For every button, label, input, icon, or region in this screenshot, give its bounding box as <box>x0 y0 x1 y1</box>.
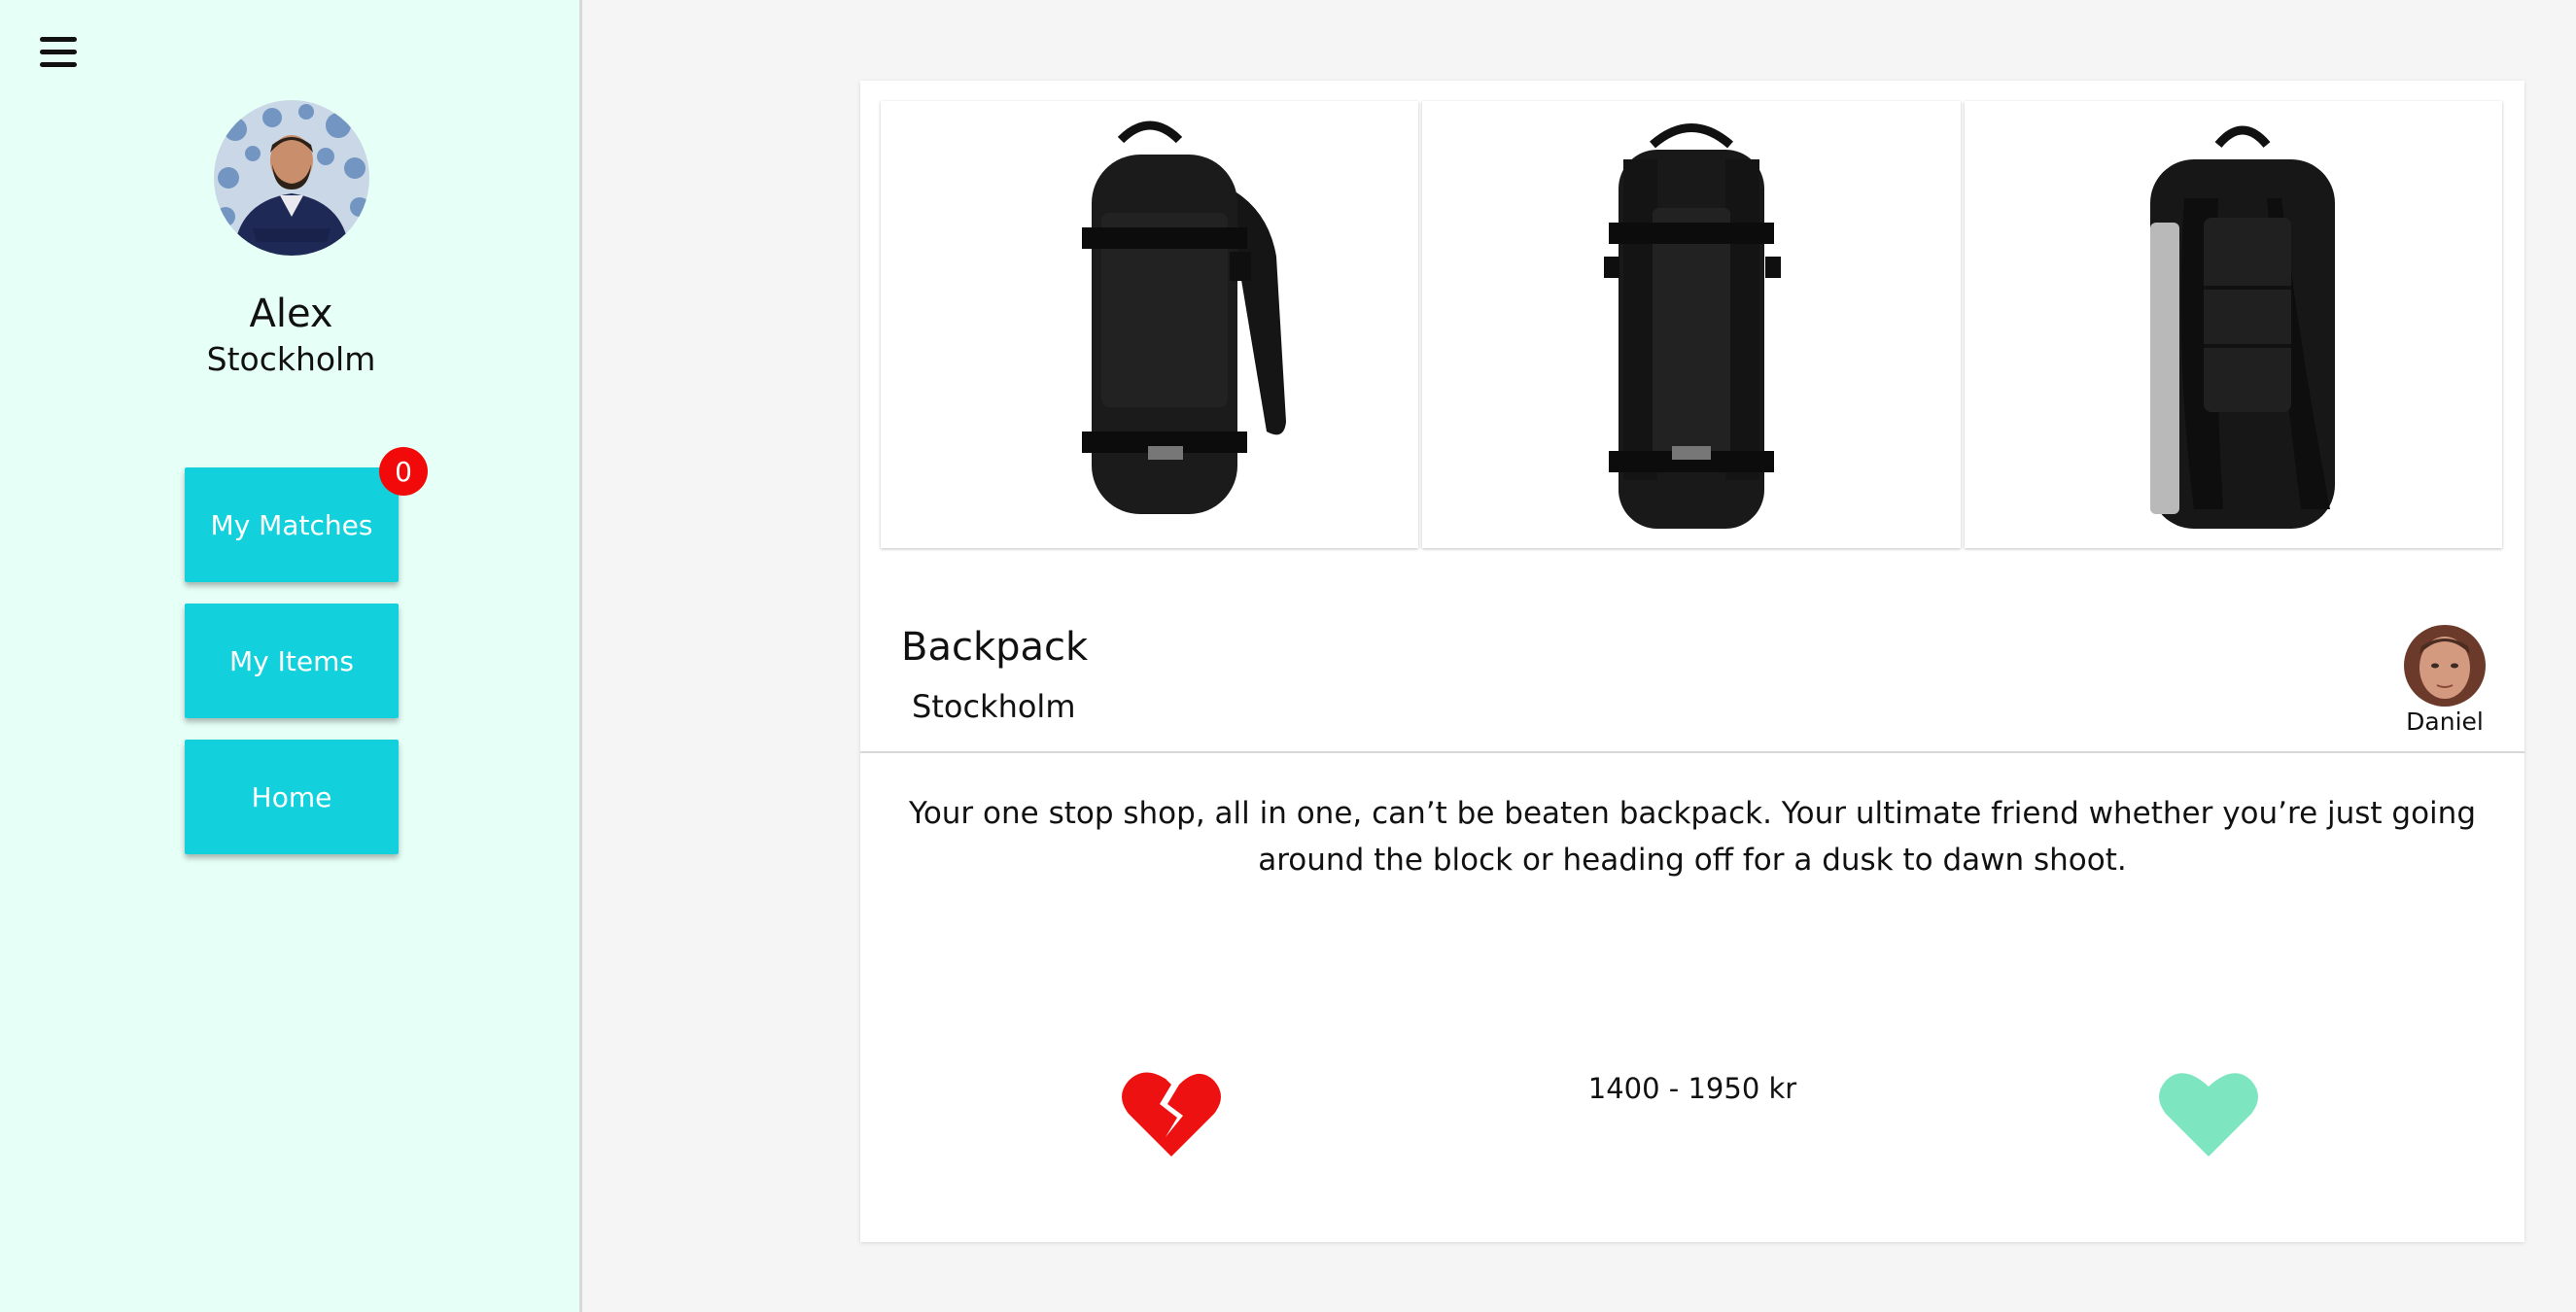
my-items-button[interactable]: My Items <box>185 604 399 718</box>
sidebar: Alex Stockholm My Matches 0 My Items Hom… <box>0 0 582 1312</box>
item-card: Backpack Stockholm Daniel Your one stop … <box>860 81 2524 1242</box>
image-gallery <box>881 101 2502 548</box>
my-matches-button[interactable]: My Matches <box>185 467 399 582</box>
heart-icon[interactable] <box>2158 1067 2259 1159</box>
app-root: Alex Stockholm My Matches 0 My Items Hom… <box>0 0 2576 1312</box>
matches-count-badge: 0 <box>379 447 428 496</box>
broken-heart-icon[interactable] <box>1121 1067 1222 1159</box>
home-button[interactable]: Home <box>185 740 399 854</box>
item-description: Your one stop shop, all in one, can’t be… <box>909 796 2476 878</box>
owner-name: Daniel <box>2406 708 2484 736</box>
owner-avatar[interactable] <box>2404 625 2486 707</box>
item-city: Stockholm <box>912 688 1076 725</box>
backpack-back-view[interactable] <box>1964 101 2502 548</box>
price-range: 1400 - 1950 kr <box>1587 1072 1797 1105</box>
backpack-side-view[interactable] <box>881 101 1419 548</box>
user-name: Alex <box>249 292 333 336</box>
item-title: Backpack <box>901 625 1089 670</box>
backpack-front-view[interactable] <box>1422 101 1961 548</box>
user-city: Stockholm <box>206 340 376 378</box>
hamburger-menu-icon[interactable] <box>37 35 80 70</box>
divider <box>860 751 2524 753</box>
user-avatar <box>214 100 369 256</box>
